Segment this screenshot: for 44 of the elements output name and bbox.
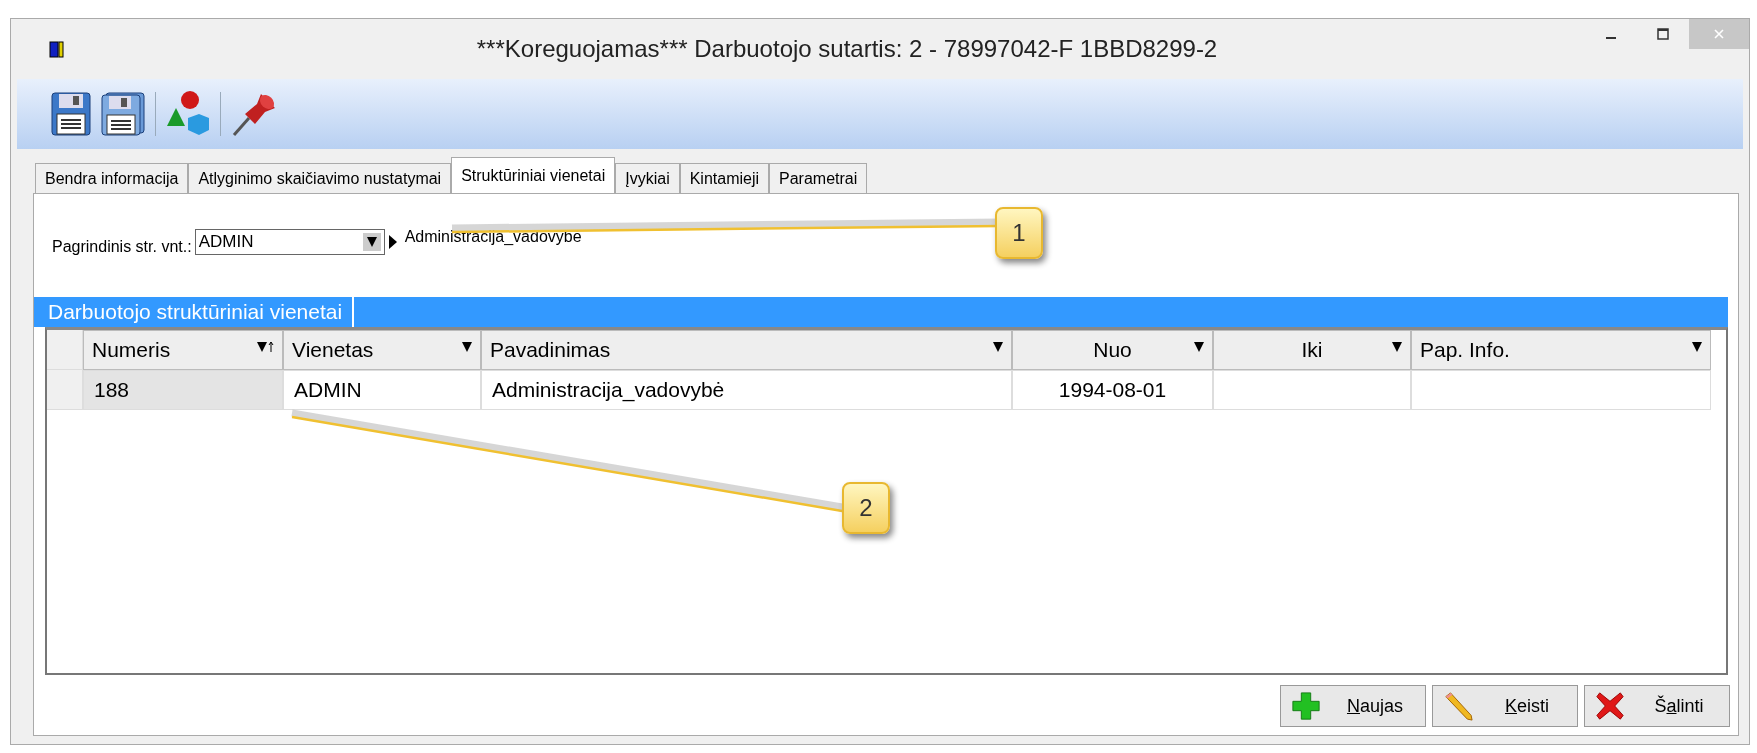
pencil-icon xyxy=(1443,691,1473,721)
cross-icon xyxy=(1595,691,1625,721)
filter-icon[interactable] xyxy=(257,341,267,353)
table-cell: 188 xyxy=(83,370,283,410)
column-header[interactable]: Nuo xyxy=(1012,330,1213,370)
tab[interactable]: Kintamieji xyxy=(679,163,770,193)
row-header xyxy=(47,370,83,410)
delete-button[interactable]: Šalinti xyxy=(1584,685,1730,727)
shapes-icon[interactable] xyxy=(166,90,210,138)
sort-up-icon xyxy=(268,341,274,353)
column-header[interactable]: Pap. Info. xyxy=(1411,330,1711,370)
filter-icon[interactable] xyxy=(1194,341,1204,353)
table-cell: 1994-08-01 xyxy=(1012,370,1213,410)
maximize-icon[interactable] xyxy=(1657,28,1669,40)
add-button[interactable]: Naujas xyxy=(1280,685,1426,727)
filter-dropdown-icon[interactable] xyxy=(362,233,381,251)
floppy-disks-icon[interactable] xyxy=(101,92,145,136)
table-cell: Administracija_vadovybė xyxy=(481,370,1012,410)
column-header[interactable]: Iki xyxy=(1213,330,1411,370)
app-icon xyxy=(49,39,65,59)
filter-icon[interactable] xyxy=(1392,341,1402,353)
tab[interactable]: Bendra informacija xyxy=(35,163,189,193)
tab[interactable]: Parametrai xyxy=(769,163,868,193)
row-header xyxy=(47,330,83,370)
filter-icon[interactable] xyxy=(1692,341,1702,353)
tab[interactable]: Įvykiai xyxy=(615,163,680,193)
tab[interactable]: Struktūriniai vienetai xyxy=(451,157,616,193)
callout-badge: 2 xyxy=(842,482,890,534)
filter-icon[interactable] xyxy=(993,341,1003,353)
column-header[interactable]: Pavadinimas xyxy=(481,330,1012,370)
field-label: Pagrindinis str. vnt.: xyxy=(52,238,192,256)
column-header[interactable]: Numeris xyxy=(83,330,283,370)
close-icon xyxy=(1713,28,1725,40)
window-title: ***Koreguojamas*** Darbuotojo sutartis: 2 - 78997042-F 1BBD8299-2 xyxy=(475,35,1219,63)
filter-icon[interactable] xyxy=(462,341,472,353)
edit-button[interactable]: Keisti xyxy=(1432,685,1578,727)
callout-badge: 1 xyxy=(995,207,1043,259)
plus-icon xyxy=(1291,691,1321,721)
column-header[interactable]: Vienetas xyxy=(283,330,481,370)
arrow-right-icon[interactable] xyxy=(386,233,399,251)
unit-field[interactable]: ADMIN xyxy=(194,229,385,255)
table-cell: ADMIN xyxy=(283,370,481,410)
unit-description: Administracija_vadovybė xyxy=(404,228,582,246)
tab[interactable]: Atlyginimo skaičiavimo nustatymai xyxy=(188,163,452,193)
